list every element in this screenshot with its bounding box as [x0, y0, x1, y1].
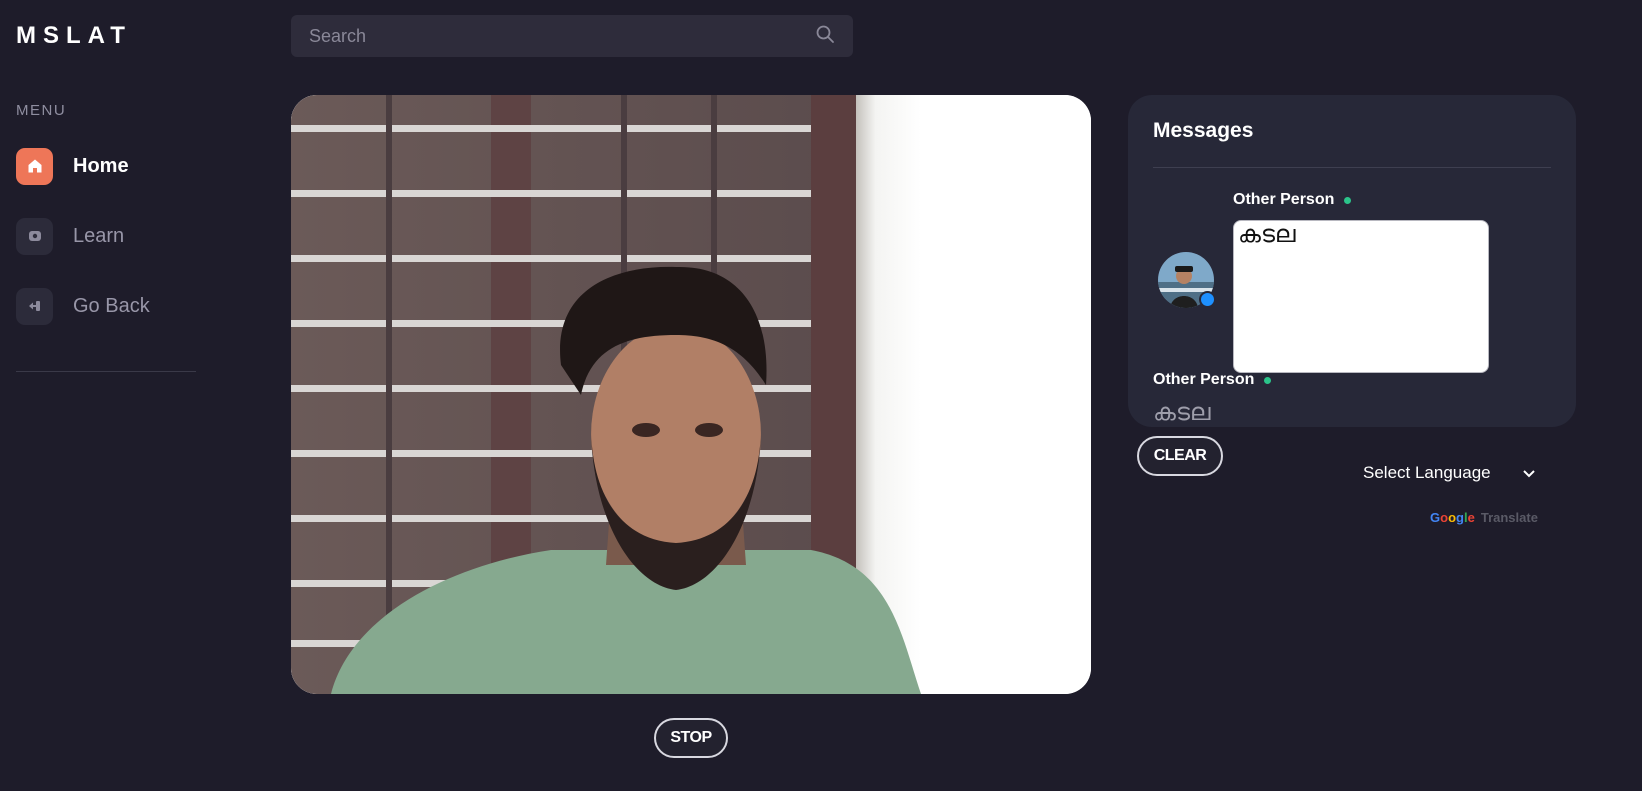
messages-panel: Messages Other Person Other Person കടല: [1128, 95, 1576, 427]
google-translate-attribution[interactable]: Google Translate: [1430, 510, 1538, 525]
message-text-field[interactable]: [1233, 220, 1489, 373]
sidebar-divider: [16, 371, 196, 372]
sidebar-item-go-back[interactable]: Go Back: [16, 287, 216, 325]
online-indicator: [1264, 376, 1272, 384]
status-indicator: [1199, 291, 1216, 308]
search-icon[interactable]: [815, 24, 835, 49]
sidebar-item-label: Home: [73, 154, 129, 177]
go-back-icon: [16, 287, 53, 325]
language-select-label: Select Language: [1363, 463, 1491, 482]
messages-title: Messages: [1153, 119, 1254, 142]
online-indicator: [1344, 196, 1352, 204]
avatar: [1158, 252, 1216, 308]
webcam-video: [291, 95, 1091, 694]
search-input[interactable]: [309, 25, 815, 47]
sidebar-item-learn[interactable]: Learn: [16, 217, 216, 255]
sender-name: Other Person: [1153, 371, 1255, 388]
learn-icon: [16, 217, 53, 255]
google-logo: Google: [1430, 510, 1475, 525]
clear-button[interactable]: CLEAR: [1137, 436, 1223, 476]
message-text: കടല: [1153, 398, 1211, 426]
chevron-down-icon: [1523, 463, 1535, 483]
message-sender: Other Person: [1233, 191, 1352, 209]
app-logo: MSLAT: [16, 22, 132, 49]
translate-label: Translate: [1480, 510, 1538, 525]
sidebar-item-home[interactable]: Home: [16, 147, 216, 185]
home-icon: [16, 147, 53, 185]
language-select[interactable]: Select Language: [1347, 458, 1547, 488]
messages-divider: [1153, 167, 1551, 168]
sidebar-item-label: Learn: [73, 224, 125, 247]
message-sender: Other Person: [1153, 371, 1272, 389]
search-bar[interactable]: [291, 15, 853, 57]
menu-title: MENU: [16, 102, 67, 119]
stop-button[interactable]: STOP: [654, 718, 728, 758]
sidebar-item-label: Go Back: [73, 294, 150, 317]
sender-name: Other Person: [1233, 191, 1335, 208]
